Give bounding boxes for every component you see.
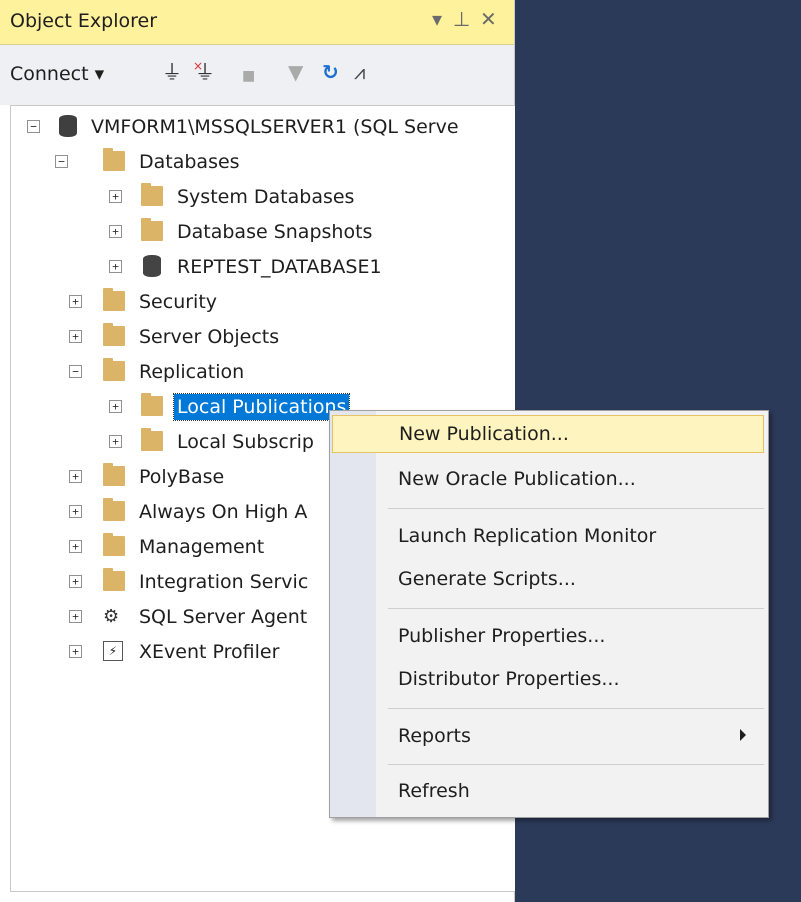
folder-icon	[141, 428, 163, 451]
menu-item-label: Publisher Properties...	[398, 625, 606, 647]
expand-icon[interactable]: +	[69, 295, 82, 308]
collapse-icon[interactable]: −	[27, 120, 40, 133]
menu-separator	[388, 508, 764, 509]
tree-node-database-snapshots[interactable]: + Database Snapshots	[11, 216, 511, 250]
tree-node-label: PolyBase	[139, 466, 225, 488]
menu-item-label: New Oracle Publication...	[398, 468, 636, 490]
menu-item-distributor-properties[interactable]: Distributor Properties...	[332, 661, 764, 697]
menu-separator	[388, 708, 764, 709]
expand-icon[interactable]: +	[69, 470, 82, 483]
menu-item-label: Launch Replication Monitor	[398, 525, 657, 547]
dropdown-arrow-icon[interactable]: ▾	[432, 8, 442, 30]
panel-title: Object Explorer	[10, 10, 158, 32]
expand-icon[interactable]: +	[109, 260, 122, 273]
folder-icon	[103, 463, 125, 486]
tree-node-label: System Databases	[177, 186, 355, 208]
server-icon	[59, 115, 77, 137]
close-icon[interactable]: ✕	[480, 8, 497, 30]
tree-node-label: SQL Server Agent	[139, 606, 308, 628]
tree-node-replication[interactable]: − Replication	[11, 356, 511, 390]
object-explorer-toolbar: Connect ▾ ⏚ ⏚ × ■ ▼ ↻ ⩘	[0, 45, 514, 105]
expand-icon[interactable]: +	[69, 330, 82, 343]
tree-node-databases[interactable]: − Databases	[11, 146, 511, 180]
tree-node-label: Integration Servic	[139, 571, 309, 593]
menu-separator	[388, 608, 764, 609]
xevent-profiler-icon: ⚡	[103, 641, 123, 661]
filter-icon[interactable]: ▼	[288, 60, 303, 84]
menu-item-label: Distributor Properties...	[398, 668, 620, 690]
tree-node-label: VMFORM1\MSSQLSERVER1 (SQL Serve	[91, 116, 459, 138]
tree-node-label: Database Snapshots	[177, 221, 373, 243]
tree-node-label: REPTEST_DATABASE1	[177, 256, 382, 278]
tree-node-label: Security	[139, 291, 218, 313]
folder-icon	[103, 323, 125, 346]
pin-icon[interactable]: ⊥	[453, 8, 470, 30]
menu-item-refresh[interactable]: Refresh	[332, 773, 764, 809]
tree-node-label-selected: Local Publications	[172, 393, 351, 421]
expand-icon[interactable]: +	[69, 575, 82, 588]
folder-icon	[103, 533, 125, 556]
folder-icon	[141, 218, 163, 241]
folder-icon	[103, 498, 125, 521]
menu-item-new-publication[interactable]: New Publication...	[332, 415, 764, 453]
expand-icon[interactable]: +	[109, 435, 122, 448]
folder-icon	[103, 288, 125, 311]
expand-icon[interactable]: +	[109, 400, 122, 413]
tree-node-label: XEvent Profiler	[139, 641, 280, 663]
menu-item-label: Generate Scripts...	[398, 568, 576, 590]
refresh-icon[interactable]: ↻	[322, 60, 339, 84]
tree-node-label: Local Subscrip	[177, 431, 314, 453]
menu-separator	[388, 764, 764, 765]
database-icon	[143, 255, 161, 277]
submenu-arrow-icon	[740, 729, 746, 741]
connect-plug-icon[interactable]: ⏚	[162, 60, 182, 84]
folder-icon	[103, 358, 125, 381]
expand-icon[interactable]: +	[109, 190, 122, 203]
tree-node-security[interactable]: + Security	[11, 286, 511, 320]
expand-icon[interactable]: +	[69, 645, 82, 658]
expand-icon[interactable]: +	[109, 225, 122, 238]
menu-item-publisher-properties[interactable]: Publisher Properties...	[332, 618, 764, 654]
connect-button[interactable]: Connect ▾	[10, 63, 104, 85]
tree-node-server[interactable]: − VMFORM1\MSSQLSERVER1 (SQL Serve	[11, 111, 511, 145]
menu-item-label: New Publication...	[399, 423, 569, 445]
menu-item-label: Reports	[398, 725, 471, 747]
folder-icon	[141, 183, 163, 206]
tree-node-server-objects[interactable]: + Server Objects	[11, 321, 511, 355]
menu-item-new-oracle-publication[interactable]: New Oracle Publication...	[332, 461, 764, 497]
expand-icon[interactable]: +	[69, 505, 82, 518]
folder-icon	[103, 148, 125, 171]
tree-node-label: Databases	[139, 151, 240, 173]
menu-item-reports[interactable]: Reports	[332, 718, 764, 754]
tree-node-label: Always On High A	[139, 501, 308, 523]
disconnect-x-icon: ×	[193, 59, 204, 73]
panel-title-bar: Object Explorer ▾ ⊥ ✕	[0, 0, 514, 45]
context-menu: New Publication... New Oracle Publicatio…	[329, 410, 769, 818]
agent-icon: ⚙	[103, 606, 120, 627]
tree-node-reptest-database[interactable]: + REPTEST_DATABASE1	[11, 251, 511, 285]
tree-node-system-databases[interactable]: + System Databases	[11, 181, 511, 215]
tree-node-label: Server Objects	[139, 326, 280, 348]
expand-icon[interactable]: +	[69, 610, 82, 623]
menu-item-generate-scripts[interactable]: Generate Scripts...	[332, 561, 764, 597]
menu-item-label: Refresh	[398, 780, 470, 802]
collapse-icon[interactable]: −	[69, 365, 82, 378]
tree-node-label: Replication	[139, 361, 245, 383]
activity-monitor-icon[interactable]: ⩘	[354, 60, 365, 84]
collapse-icon[interactable]: −	[55, 155, 68, 168]
menu-item-launch-replication-monitor[interactable]: Launch Replication Monitor	[332, 518, 764, 554]
folder-icon	[141, 393, 163, 416]
expand-icon[interactable]: +	[69, 540, 82, 553]
stop-icon[interactable]: ■	[242, 64, 255, 88]
folder-icon	[103, 568, 125, 591]
tree-node-label: Management	[139, 536, 265, 558]
